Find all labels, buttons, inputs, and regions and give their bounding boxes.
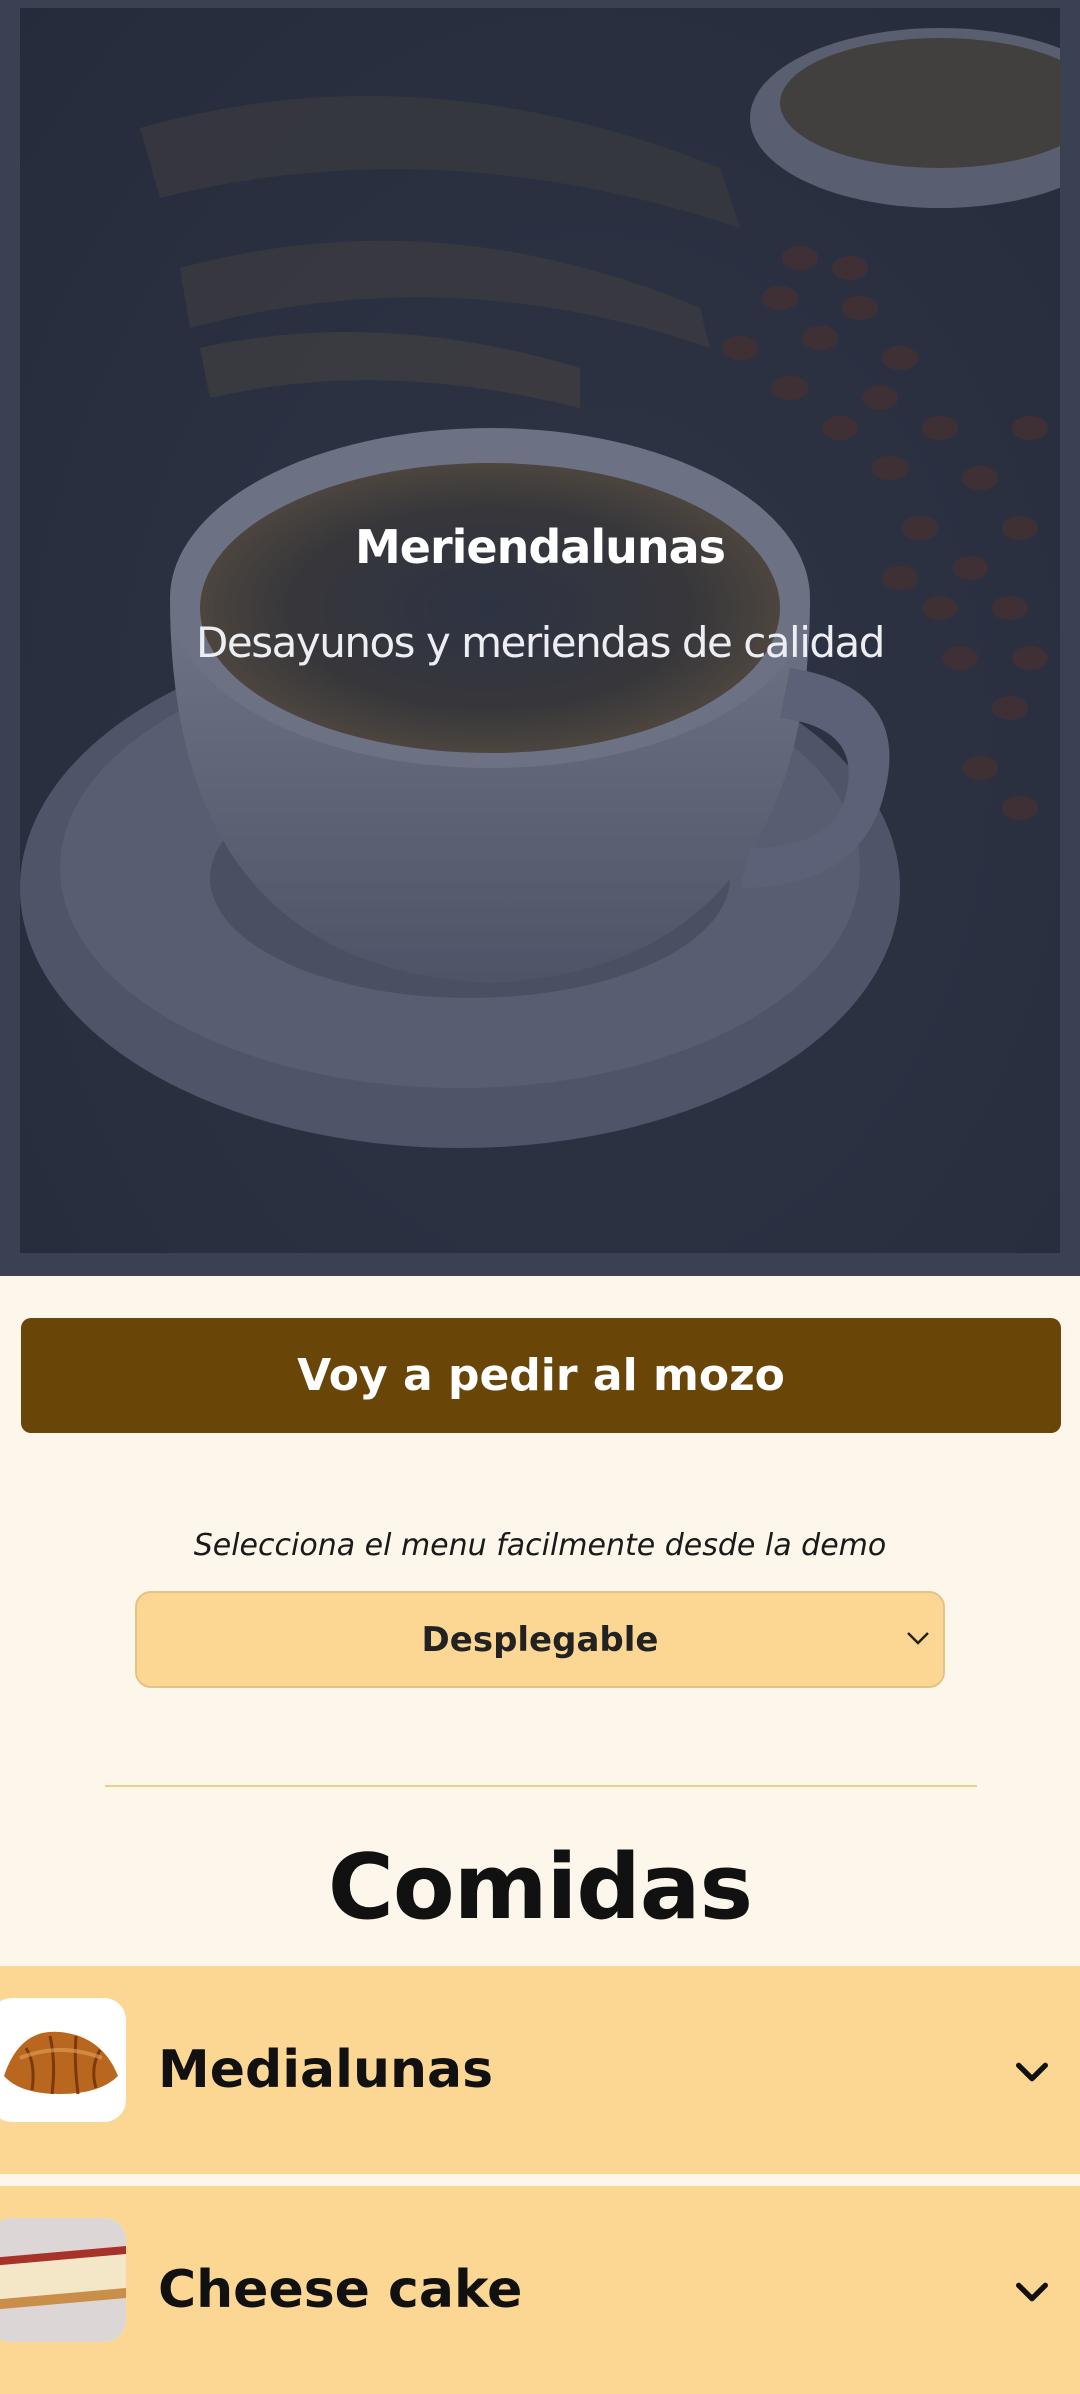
accordion-item-cheese-cake[interactable]: Cheese cake xyxy=(0,2186,1080,2394)
menu-select-value: Desplegable xyxy=(421,1619,659,1660)
hero-image: Meriendalunas Desayunos y meriendas de c… xyxy=(20,8,1060,1253)
accordion-item-label: Medialunas xyxy=(158,2040,494,2100)
section-divider xyxy=(105,1785,977,1787)
brand-tagline: Desayunos y meriendas de calidad xyxy=(196,618,885,667)
croissant-icon xyxy=(0,1998,126,2122)
chevron-down-icon[interactable] xyxy=(1012,2272,1052,2312)
menu-select-hint: Selecciona el menu facilmente desde la d… xyxy=(193,1528,887,1563)
accordion-item-label: Cheese cake xyxy=(158,2260,523,2320)
hero-banner: Meriendalunas Desayunos y meriendas de c… xyxy=(0,0,1080,1276)
chevron-down-icon[interactable] xyxy=(1012,2052,1052,2092)
chevron-down-icon xyxy=(907,1632,929,1645)
call-waiter-button[interactable]: Voy a pedir al mozo xyxy=(21,1318,1061,1433)
accordion-item-medialunas[interactable]: Medialunas xyxy=(0,1966,1080,2174)
section-title: Comidas xyxy=(327,1835,753,1940)
cheesecake-icon xyxy=(0,2218,126,2342)
menu-select[interactable]: Desplegable xyxy=(135,1591,945,1688)
brand-title: Meriendalunas xyxy=(354,520,726,574)
